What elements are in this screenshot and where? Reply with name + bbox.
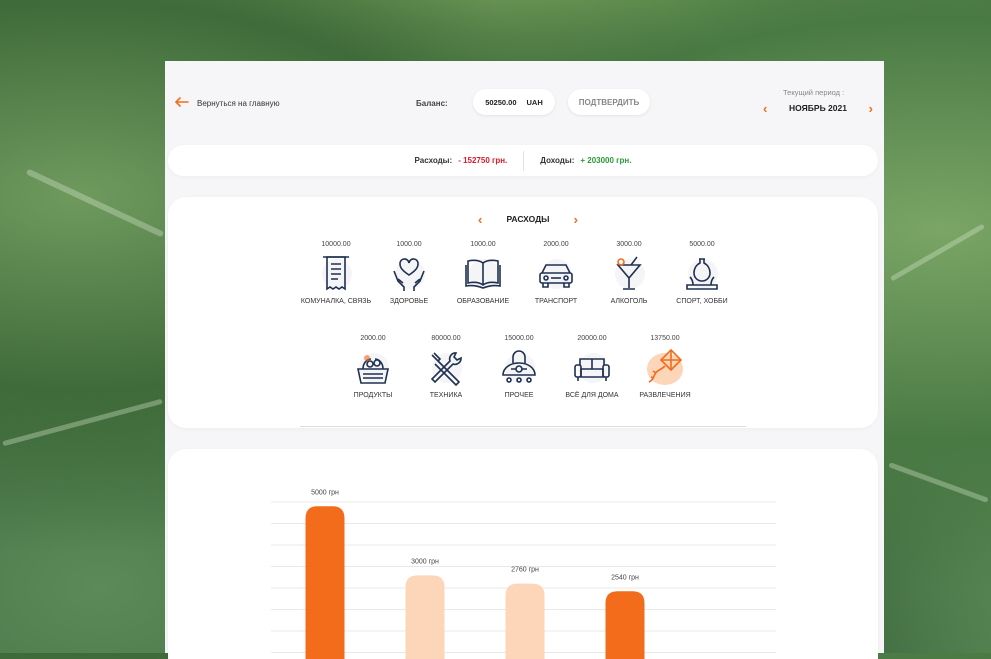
category-amount: 3000.00	[616, 241, 642, 248]
category-sport-hobby[interactable]: 5000.00 СПОРТ, ХОББИ	[665, 241, 739, 306]
expenses-summary: Расходы: - 152750 грн.	[399, 156, 524, 165]
balance-value: 50250.00	[485, 97, 517, 107]
category-amount: 15000.00	[504, 335, 534, 342]
period-value: НОЯБРЬ 2021	[789, 103, 847, 113]
category-home[interactable]: 20000.00 ВСЁ ДЛЯ ДОМА	[555, 335, 629, 400]
chart-data-label: 5000 грн	[311, 489, 339, 496]
category-name: КОМУНАЛКА, СВЯЗЬ	[300, 298, 372, 305]
category-name: ТРАНСПОРТ	[534, 298, 578, 305]
chevron-left-icon[interactable]: ‹	[478, 212, 482, 227]
categories-card: ‹ РАСХОДЫ › 10000.00 КОМУНАЛКА, СВЯЗЬ 10…	[168, 197, 878, 428]
category-alcohol[interactable]: 3000.00 АЛКОГОЛЬ	[592, 241, 666, 306]
back-label: Вернуться на главную	[197, 98, 280, 108]
chart-data-label: 2760 грн	[511, 567, 539, 574]
category-name: ЗДОРОВЬЕ	[389, 298, 429, 305]
category-education[interactable]: 1000.00 ОБРАЗОВАНИЕ	[446, 241, 520, 306]
category-other[interactable]: 15000.00 ПРОЧЕЕ	[482, 335, 556, 400]
chart-data-label: 3000 грн	[411, 558, 439, 565]
chevron-right-icon[interactable]: ›	[869, 101, 873, 116]
heart-hands-icon	[389, 253, 429, 293]
leaf-vein	[888, 462, 989, 503]
category-amount: 5000.00	[689, 241, 715, 248]
category-name: РАЗВЛЕЧЕНИЯ	[639, 392, 691, 399]
income-value: + 203000 грн.	[580, 156, 632, 165]
grocery-basket-icon	[353, 347, 393, 387]
category-name: ОБРАЗОВАНИЕ	[456, 298, 510, 305]
tools-icon	[426, 347, 466, 387]
chart-bar[interactable]	[405, 575, 445, 659]
category-amount: 1000.00	[470, 241, 496, 248]
cocktail-icon	[609, 253, 649, 293]
expense-bar-chart: 5000 грн 3000 грн 2760 грн 2540 грн	[271, 489, 776, 659]
chart-bar[interactable]	[605, 591, 645, 659]
category-name: ПРОЧЕЕ	[504, 392, 534, 399]
chart-bar[interactable]	[305, 506, 345, 659]
currency-label: UAH	[526, 97, 543, 107]
expense-chart-card: 5000 грн 3000 грн 2760 грн 2540 грн	[168, 449, 878, 659]
divider	[300, 426, 746, 427]
app-panel: Вернуться на главную Баланс: 50250.00 UA…	[165, 61, 884, 659]
chart-bar[interactable]	[505, 583, 545, 659]
category-amount: 10000.00	[321, 241, 351, 248]
pottery-icon	[682, 253, 722, 293]
back-link[interactable]: Вернуться на главную	[174, 94, 280, 112]
summary-bar: Расходы: - 152750 грн. Доходы: + 203000 …	[168, 145, 878, 176]
car-icon	[536, 253, 576, 293]
period-label: Текущий период :	[783, 88, 845, 97]
category-name: СПОРТ, ХОББИ	[676, 298, 728, 305]
category-tech[interactable]: 80000.00 ТЕХНИКА	[409, 335, 483, 400]
balance-field[interactable]: 50250.00 UAH	[473, 89, 555, 115]
receipt-icon	[316, 253, 356, 293]
category-entertainment[interactable]: 13750.00 РАЗВЛЕЧЕНИЯ	[628, 335, 702, 400]
categories-title: РАСХОДЫ	[506, 214, 550, 224]
income-label: Доходы:	[540, 156, 575, 165]
category-groceries[interactable]: 2000.00 ПРОДУКТЫ	[336, 335, 410, 400]
category-amount: 20000.00	[577, 335, 607, 342]
leaf-vein	[2, 398, 163, 447]
confirm-button[interactable]: ПОДТВЕРДИТЬ	[568, 89, 650, 115]
kite-icon	[645, 347, 685, 387]
category-name: ПРОДУКТЫ	[353, 392, 393, 399]
chart-data-label: 2540 грн	[611, 574, 639, 581]
period-selector: ‹ НОЯБРЬ 2021 ›	[763, 100, 873, 116]
category-amount: 80000.00	[431, 335, 461, 342]
category-transport[interactable]: 2000.00 ТРАНСПОРТ	[519, 241, 593, 306]
category-health[interactable]: 1000.00 ЗДОРОВЬЕ	[372, 241, 446, 306]
leaf-vein	[25, 168, 165, 238]
category-name: ТЕХНИКА	[429, 392, 463, 399]
category-amount: 13750.00	[650, 335, 680, 342]
balance-label: Баланс:	[416, 99, 448, 108]
leaf-vein	[889, 223, 986, 282]
category-utilities[interactable]: 10000.00 КОМУНАЛКА, СВЯЗЬ	[299, 241, 373, 306]
expenses-value: - 152750 грн.	[458, 156, 508, 165]
top-bar: Вернуться на главную Баланс: 50250.00 UA…	[165, 61, 884, 143]
robot-vacuum-icon	[499, 347, 539, 387]
chevron-right-icon[interactable]: ›	[574, 212, 578, 227]
category-amount: 1000.00	[396, 241, 422, 248]
category-amount: 2000.00	[543, 241, 569, 248]
sofa-icon	[572, 347, 612, 387]
income-summary: Доходы: + 203000 грн.	[524, 156, 647, 165]
category-name: АЛКОГОЛЬ	[610, 298, 648, 305]
chevron-left-icon[interactable]: ‹	[763, 101, 767, 116]
arrow-left-icon	[174, 94, 197, 112]
categories-header: ‹ РАСХОДЫ ›	[478, 211, 578, 227]
category-amount: 2000.00	[360, 335, 386, 342]
expenses-label: Расходы:	[414, 156, 453, 165]
category-name: ВСЁ ДЛЯ ДОМА	[565, 392, 619, 399]
book-icon	[463, 253, 503, 293]
